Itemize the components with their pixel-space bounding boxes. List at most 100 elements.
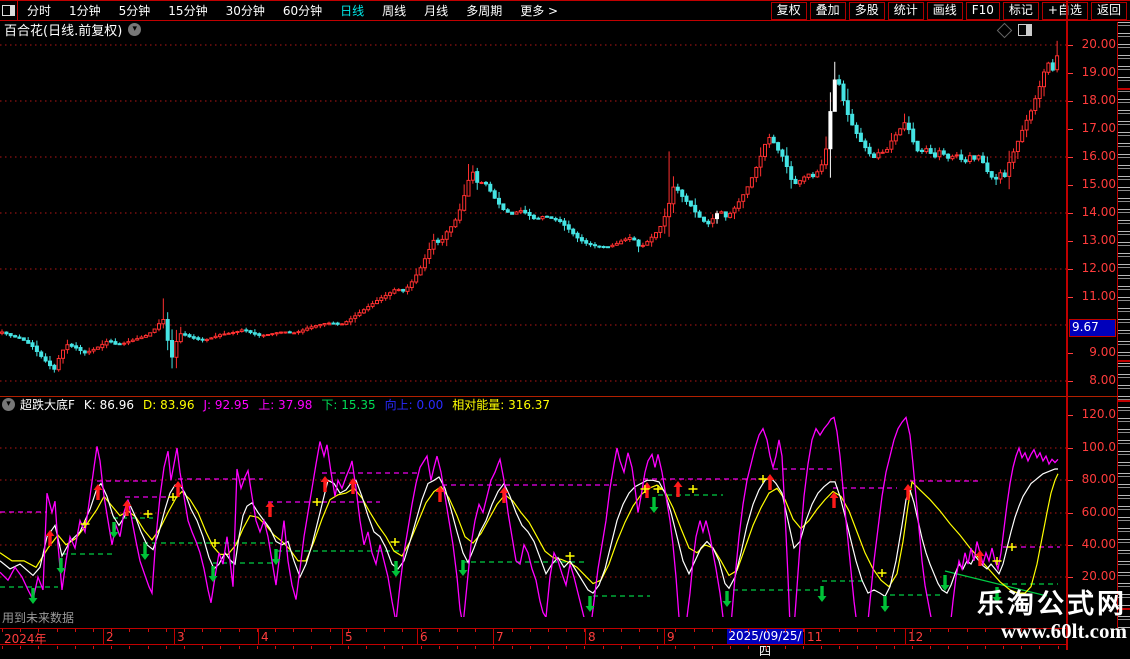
date-subtick xyxy=(202,646,203,649)
date-subtick xyxy=(566,646,567,649)
date-subtick xyxy=(275,646,276,649)
period-tab[interactable]: 周线 xyxy=(373,2,415,19)
month-divider xyxy=(585,629,586,644)
future-data-warning: 用到未来数据 xyxy=(2,611,75,625)
date-subtick xyxy=(457,646,458,649)
date-subtick xyxy=(20,646,21,649)
watermark-url: www.60lt.com xyxy=(1001,619,1127,643)
date-tick xyxy=(311,629,312,632)
sell-arrow-icon xyxy=(817,586,827,602)
date-label: 9 xyxy=(667,630,675,644)
sell-arrow-icon xyxy=(722,591,732,607)
month-divider xyxy=(493,629,494,644)
buy-arrow-icon xyxy=(673,481,683,497)
date-label: 7 xyxy=(496,630,504,644)
period-tab[interactable]: 更多 > xyxy=(511,2,567,19)
toolbar-button[interactable]: 标记 xyxy=(1002,1,1039,20)
collapsed-side-panel[interactable] xyxy=(1117,22,1130,628)
date-label: 5 xyxy=(345,630,353,644)
date-subtick xyxy=(1039,646,1040,649)
period-tab[interactable]: 1分钟 xyxy=(60,2,110,19)
date-subtick xyxy=(366,646,367,649)
date-subtick xyxy=(384,646,385,649)
date-label: 8 xyxy=(588,630,596,644)
date-label: 6 xyxy=(420,630,428,644)
date-tick xyxy=(930,629,931,632)
date-tick xyxy=(202,629,203,632)
date-subtick xyxy=(330,646,331,649)
date-label: 12 xyxy=(908,630,924,644)
date-subtick xyxy=(475,646,476,649)
date-tick xyxy=(129,629,130,632)
date-subtick xyxy=(748,646,749,649)
date-subtick xyxy=(967,646,968,649)
date-subtick xyxy=(912,646,913,649)
toolbar-button[interactable]: 统计 xyxy=(887,1,924,20)
date-tick xyxy=(694,629,695,632)
toolbar-button[interactable]: 多股 xyxy=(848,1,885,20)
month-divider xyxy=(258,629,259,644)
window-split-icon xyxy=(2,5,15,16)
date-tick xyxy=(766,629,767,632)
date-tick xyxy=(657,629,658,632)
date-tick xyxy=(512,629,513,632)
axis-label: 12.00 xyxy=(1081,261,1116,275)
axis-label: 19.00 xyxy=(1081,65,1116,79)
panel-toggle-icon[interactable] xyxy=(1018,24,1032,36)
toolbar-button[interactable]: 画线 xyxy=(926,1,963,20)
date-subtick xyxy=(129,646,130,649)
diamond-marker-icon[interactable] xyxy=(996,22,1013,39)
date-tick xyxy=(475,629,476,632)
period-tab[interactable]: 日线 xyxy=(331,2,373,19)
date-subtick xyxy=(948,646,949,649)
date-tick xyxy=(166,629,167,632)
date-label: 3 xyxy=(177,630,185,644)
toolbar-button[interactable]: 复权 xyxy=(770,1,807,20)
date-subtick xyxy=(876,646,877,649)
date-tick xyxy=(384,629,385,632)
date-subtick xyxy=(694,646,695,649)
buy-arrow-icon xyxy=(320,476,330,492)
period-tab[interactable]: 60分钟 xyxy=(274,2,331,19)
date-tick xyxy=(876,629,877,632)
axis-label: 17.00 xyxy=(1081,121,1116,135)
date-tick xyxy=(566,629,567,632)
axis-label: 13.00 xyxy=(1081,233,1116,247)
date-subtick xyxy=(166,646,167,649)
date-label: 4 xyxy=(261,630,269,644)
axis-label: 20.00 xyxy=(1081,569,1116,583)
period-tab[interactable]: 月线 xyxy=(415,2,457,19)
axis-label: 80.00 xyxy=(1081,472,1116,486)
date-tick xyxy=(967,629,968,632)
date-subtick xyxy=(712,646,713,649)
date-subtick xyxy=(75,646,76,649)
date-tick xyxy=(621,629,622,632)
sell-arrow-icon xyxy=(880,596,890,612)
date-subtick xyxy=(220,646,221,649)
month-divider xyxy=(342,629,343,644)
buy-arrow-icon xyxy=(765,474,775,490)
period-tab[interactable]: 30分钟 xyxy=(217,2,274,19)
axis-label: 16.00 xyxy=(1081,149,1116,163)
date-subtick xyxy=(239,646,240,649)
k-line xyxy=(0,468,1058,598)
date-subtick xyxy=(675,646,676,649)
period-tab[interactable]: 15分钟 xyxy=(159,2,216,19)
toolbar-button[interactable]: 叠加 xyxy=(809,1,846,20)
date-subtick xyxy=(311,646,312,649)
date-tick xyxy=(57,629,58,632)
buy-arrow-icon xyxy=(173,481,183,497)
chevron-down-icon[interactable]: ▾ xyxy=(128,23,142,36)
date-tick xyxy=(530,629,531,632)
date-subtick xyxy=(402,646,403,649)
indicator-gridlines xyxy=(0,447,1066,578)
month-divider xyxy=(664,629,665,644)
date-tick xyxy=(748,629,749,632)
toolbar-button[interactable]: F10 xyxy=(965,1,1000,20)
date-tick xyxy=(75,629,76,632)
date-subtick xyxy=(184,646,185,649)
period-tab[interactable]: 分时 xyxy=(18,2,60,19)
period-tab[interactable]: 多周期 xyxy=(457,2,511,19)
window-layout-button[interactable] xyxy=(0,1,18,20)
period-tab[interactable]: 5分钟 xyxy=(110,2,160,19)
